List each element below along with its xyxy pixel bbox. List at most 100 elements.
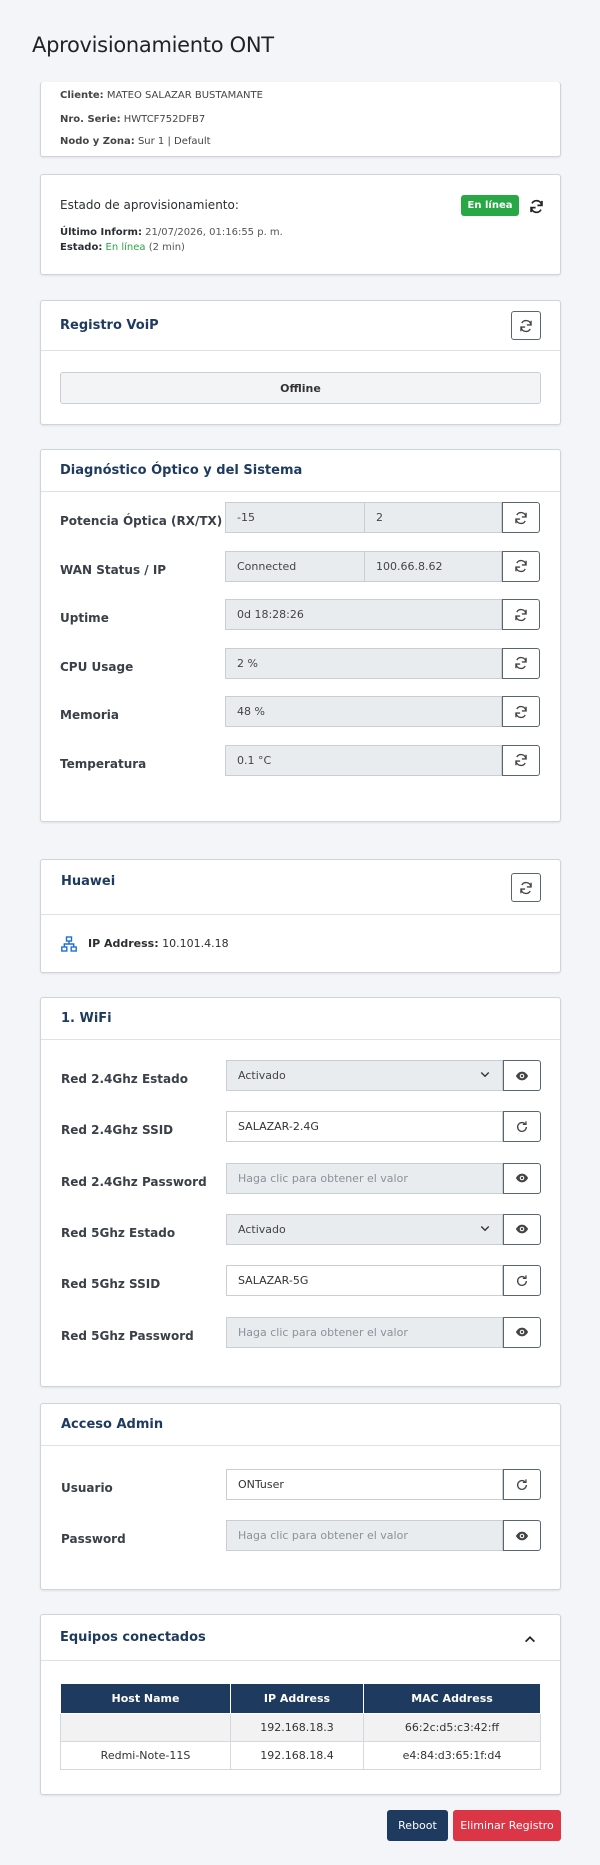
wifi-password-placeholder: Haga clic para obtener el valor <box>238 1325 408 1339</box>
admin-title: Acceso Admin <box>61 1417 164 1432</box>
reload-icon <box>516 1121 528 1132</box>
diag-refresh-button[interactable] <box>502 502 540 533</box>
diag-value-2: 100.66.8.62 <box>364 550 502 582</box>
wifi-label: Red 5Ghz Password <box>61 1328 194 1343</box>
usuario-value: ONTuser <box>238 1478 284 1491</box>
diag-value-1: -15 <box>225 502 365 533</box>
admin-header: Acceso Admin <box>41 1404 560 1446</box>
state-row: Estado: En línea (2 min) <box>60 242 185 253</box>
diag-refresh-button[interactable] <box>502 696 540 727</box>
nodo-row: Nodo y Zona: Sur 1 | Default <box>60 136 211 147</box>
eye-icon <box>515 1071 529 1080</box>
wifi-ssid-refresh-button[interactable] <box>503 1111 541 1143</box>
huawei-title: Huawei <box>61 874 116 889</box>
admin-password-reveal-button[interactable] <box>503 1520 541 1551</box>
reboot-button[interactable]: Reboot <box>387 1810 448 1841</box>
eye-icon <box>515 1173 529 1183</box>
wifi-ssid-value: SALAZAR-2.4G <box>238 1120 319 1134</box>
chevron-down-icon <box>479 1068 491 1083</box>
provision-status-card: Estado de aprovisionamiento: En línea Úl… <box>40 174 561 275</box>
diagnostic-title: Diagnóstico Óptico y del Sistema <box>60 463 303 478</box>
diagnostic-header: Diagnóstico Óptico y del Sistema <box>41 450 560 492</box>
eye-icon <box>515 1327 529 1337</box>
diag-refresh-button[interactable] <box>502 647 540 679</box>
wifi-password-input[interactable]: Haga clic para obtener el valor <box>226 1316 503 1348</box>
reload-icon <box>516 1478 528 1490</box>
diag-label: Temperatura <box>60 756 147 771</box>
diag-value: 0d 18:28:26 <box>225 599 502 630</box>
online-badge: En línea <box>461 195 519 216</box>
voip-header: Registro VoiP <box>41 301 560 351</box>
admin-access-card: Acceso Admin Usuario ONTuser Password Ha… <box>40 1403 561 1590</box>
diag-value-2: 2 <box>364 502 502 533</box>
diag-value-text: 48 % <box>237 705 265 718</box>
diag-value-text: 0.1 °C <box>237 753 272 767</box>
huawei-card: Huawei IP Address: 10.101.4.18 <box>40 859 561 973</box>
huawei-refresh-button[interactable] <box>511 873 541 902</box>
devices-table: Host Name IP Address MAC Address 192.168… <box>60 1683 541 1770</box>
cliente-value: MATEO SALAZAR BUSTAMANTE <box>106 90 263 101</box>
wifi-ssid-input[interactable]: SALAZAR-2.4G <box>226 1111 503 1143</box>
state-label: Estado: <box>60 242 103 253</box>
ip-address-header: IP Address <box>230 1683 364 1714</box>
diag-refresh-button[interactable] <box>502 744 540 776</box>
delete-record-button[interactable]: Eliminar Registro <box>453 1810 561 1841</box>
wifi-ssid-refresh-button[interactable] <box>503 1265 541 1297</box>
usuario-input[interactable]: ONTuser <box>226 1469 503 1500</box>
wifi-reveal-button[interactable] <box>503 1213 541 1245</box>
chevron-up-icon[interactable] <box>523 1631 539 1647</box>
wifi-state-select[interactable]: Activado <box>226 1060 503 1091</box>
wifi-reveal-button[interactable] <box>503 1060 541 1091</box>
voip-status-box: Offline <box>60 372 541 404</box>
diag-value-text: -15 <box>237 511 255 524</box>
wifi-password-input[interactable]: Haga clic para obtener el valor <box>226 1162 503 1194</box>
status-title: Estado de aprovisionamiento: <box>60 198 239 212</box>
usuario-refresh-button[interactable] <box>503 1469 541 1500</box>
wifi-label: Red 2.4Ghz Estado <box>61 1072 188 1086</box>
client-info-card: Cliente: MATEO SALAZAR BUSTAMANTE Nro. S… <box>40 82 561 157</box>
diag-value: 0.1 °C <box>225 744 502 776</box>
wifi-password-reveal-button[interactable] <box>503 1162 541 1194</box>
state-value: En línea <box>105 242 146 253</box>
wifi-state-select[interactable]: Activado <box>226 1213 503 1245</box>
voip-card: Registro VoiP Offline <box>40 300 561 425</box>
cliente-row: Cliente: MATEO SALAZAR BUSTAMANTE <box>60 90 263 101</box>
refresh-icon <box>515 511 527 524</box>
admin-password-input[interactable]: Haga clic para obtener el valor <box>226 1520 503 1551</box>
wifi-state-value: Activado <box>238 1069 286 1082</box>
host-name-cell <box>60 1713 231 1742</box>
reload-icon <box>516 1275 528 1286</box>
devices-title: Equipos conectados <box>60 1630 206 1645</box>
wifi-label: Red 2.4Ghz SSID <box>61 1123 174 1138</box>
diag-value-text: Connected <box>237 559 297 573</box>
admin-password-label: Password <box>61 1532 126 1546</box>
eye-icon <box>515 1225 529 1234</box>
host-name-cell: Redmi-Note-11S <box>60 1741 231 1770</box>
diag-label: CPU Usage <box>60 659 134 674</box>
wifi-ssid-input[interactable]: SALAZAR-5G <box>226 1265 503 1297</box>
wifi-password-placeholder: Haga clic para obtener el valor <box>238 1171 408 1185</box>
diag-label: Uptime <box>60 611 109 625</box>
ip-address-row: IP Address: 10.101.4.18 <box>88 937 229 950</box>
diag-value-text: 2 <box>376 511 383 524</box>
diag-refresh-button[interactable] <box>502 550 540 582</box>
wifi-label: Red 2.4Ghz Password <box>61 1174 207 1189</box>
voip-refresh-button[interactable] <box>511 311 541 340</box>
diagnostic-card: Diagnóstico Óptico y del Sistema Potenci… <box>40 449 561 822</box>
wifi-password-reveal-button[interactable] <box>503 1316 541 1348</box>
refresh-status-icon[interactable] <box>525 195 547 217</box>
refresh-icon <box>520 319 532 332</box>
chevron-down-icon <box>479 1222 491 1237</box>
diag-label: Potencia Óptica (RX/TX) <box>60 514 223 528</box>
diag-value: 48 % <box>225 696 502 727</box>
voip-title: Registro VoiP <box>60 318 159 333</box>
nodo-value: Sur 1 | Default <box>137 136 211 147</box>
wifi-title: 1. WiFi <box>61 1011 112 1026</box>
diag-refresh-button[interactable] <box>502 599 540 630</box>
wifi-header: 1. WiFi <box>41 998 560 1040</box>
devices-header[interactable]: Equipos conectados <box>41 1615 560 1661</box>
state-duration: (2 min) <box>148 242 185 253</box>
last-inform-value: 21/07/2026, 01:16:55 p. m. <box>145 227 283 238</box>
ip-address-value: 10.101.4.18 <box>162 937 229 950</box>
devices-table-header: Host Name IP Address MAC Address <box>60 1683 541 1714</box>
